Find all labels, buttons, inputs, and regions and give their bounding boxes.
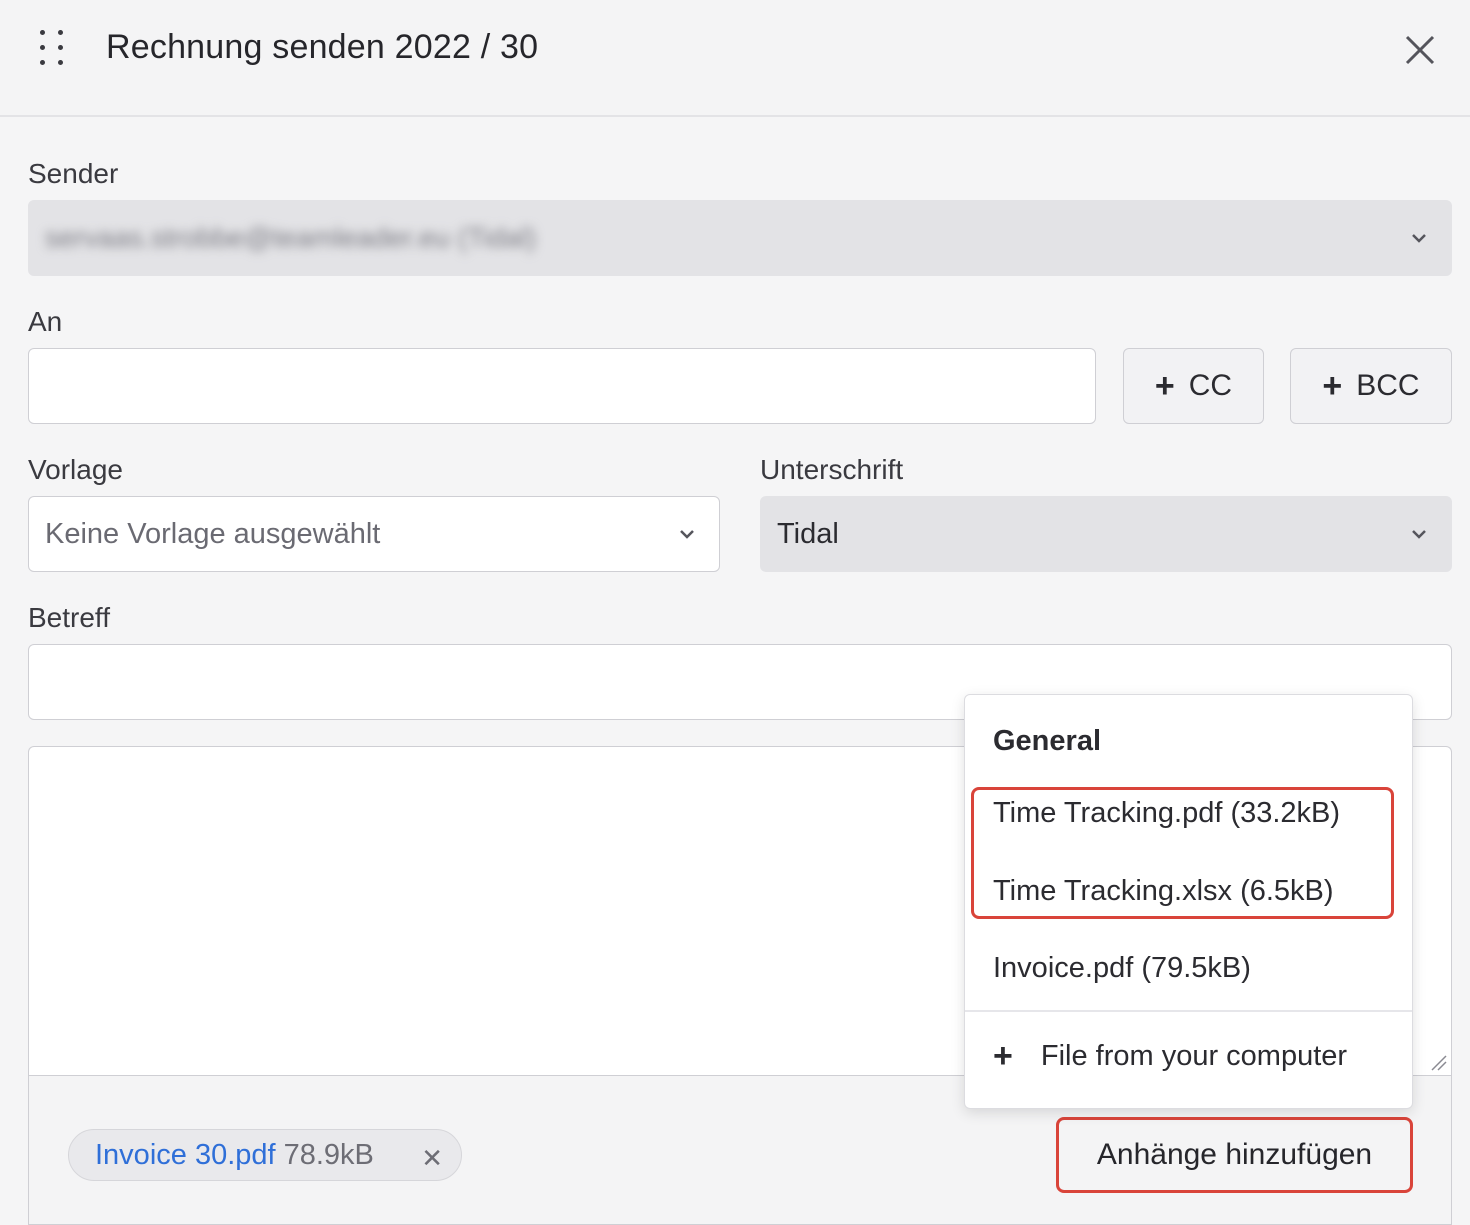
attachment-chip[interactable]: Invoice 30.pdf 78.9kB ✕ bbox=[68, 1129, 462, 1181]
signature-label: Unterschrift bbox=[760, 454, 904, 485]
sender-select[interactable]: servaas.strobbe@teamleader.eu (Tidal) bbox=[28, 200, 1452, 276]
dropdown-divider bbox=[965, 1010, 1412, 1012]
close-icon[interactable] bbox=[1400, 30, 1440, 70]
drag-handle-icon[interactable] bbox=[40, 30, 66, 70]
attachments-dropdown: General Time Tracking.pdf (33.2kB) Time … bbox=[964, 694, 1413, 1109]
dropdown-item-time-tracking-xlsx[interactable]: Time Tracking.xlsx (6.5kB) bbox=[993, 875, 1334, 908]
bcc-label: BCC bbox=[1356, 369, 1420, 402]
remove-attachment-icon[interactable]: ✕ bbox=[421, 1143, 443, 1174]
template-select[interactable]: Keine Vorlage ausgewählt bbox=[28, 496, 720, 572]
chevron-down-icon bbox=[1412, 234, 1426, 243]
dropdown-item-time-tracking-pdf[interactable]: Time Tracking.pdf (33.2kB) bbox=[993, 797, 1340, 830]
recipient-input[interactable] bbox=[28, 348, 1096, 424]
plus-icon: + bbox=[993, 1037, 1013, 1075]
sender-label: Sender bbox=[28, 158, 119, 189]
modal-header: Rechnung senden 2022 / 30 bbox=[0, 0, 1470, 117]
add-cc-button[interactable]: + CC bbox=[1123, 348, 1264, 424]
dropdown-item-invoice-pdf[interactable]: Invoice.pdf (79.5kB) bbox=[993, 952, 1251, 985]
recipient-label: An bbox=[28, 306, 63, 337]
attachment-size: 78.9kB bbox=[283, 1138, 374, 1171]
upload-from-computer[interactable]: + File from your computer bbox=[993, 1039, 1347, 1073]
template-placeholder: Keine Vorlage ausgewählt bbox=[45, 517, 381, 550]
add-bcc-button[interactable]: + BCC bbox=[1290, 348, 1452, 424]
attachment-name[interactable]: Invoice 30.pdf bbox=[95, 1139, 276, 1172]
signature-value: Tidal bbox=[777, 517, 839, 550]
add-attachments-button[interactable]: Anhänge hinzufügen bbox=[1056, 1117, 1413, 1193]
chevron-down-icon bbox=[1412, 530, 1426, 539]
dropdown-heading: General bbox=[993, 725, 1101, 757]
subject-label: Betreff bbox=[28, 602, 110, 633]
upload-label: File from your computer bbox=[1040, 1039, 1348, 1072]
template-label: Vorlage bbox=[28, 454, 123, 485]
resize-handle-icon[interactable] bbox=[1430, 1054, 1448, 1072]
sender-value: servaas.strobbe@teamleader.eu (Tidal) bbox=[45, 222, 537, 253]
signature-select[interactable]: Tidal bbox=[760, 496, 1452, 572]
modal-title: Rechnung senden 2022 / 30 bbox=[106, 28, 539, 66]
plus-icon: + bbox=[1154, 367, 1175, 405]
plus-icon: + bbox=[1322, 367, 1343, 405]
cc-label: CC bbox=[1188, 369, 1233, 402]
chevron-down-icon bbox=[680, 530, 694, 539]
